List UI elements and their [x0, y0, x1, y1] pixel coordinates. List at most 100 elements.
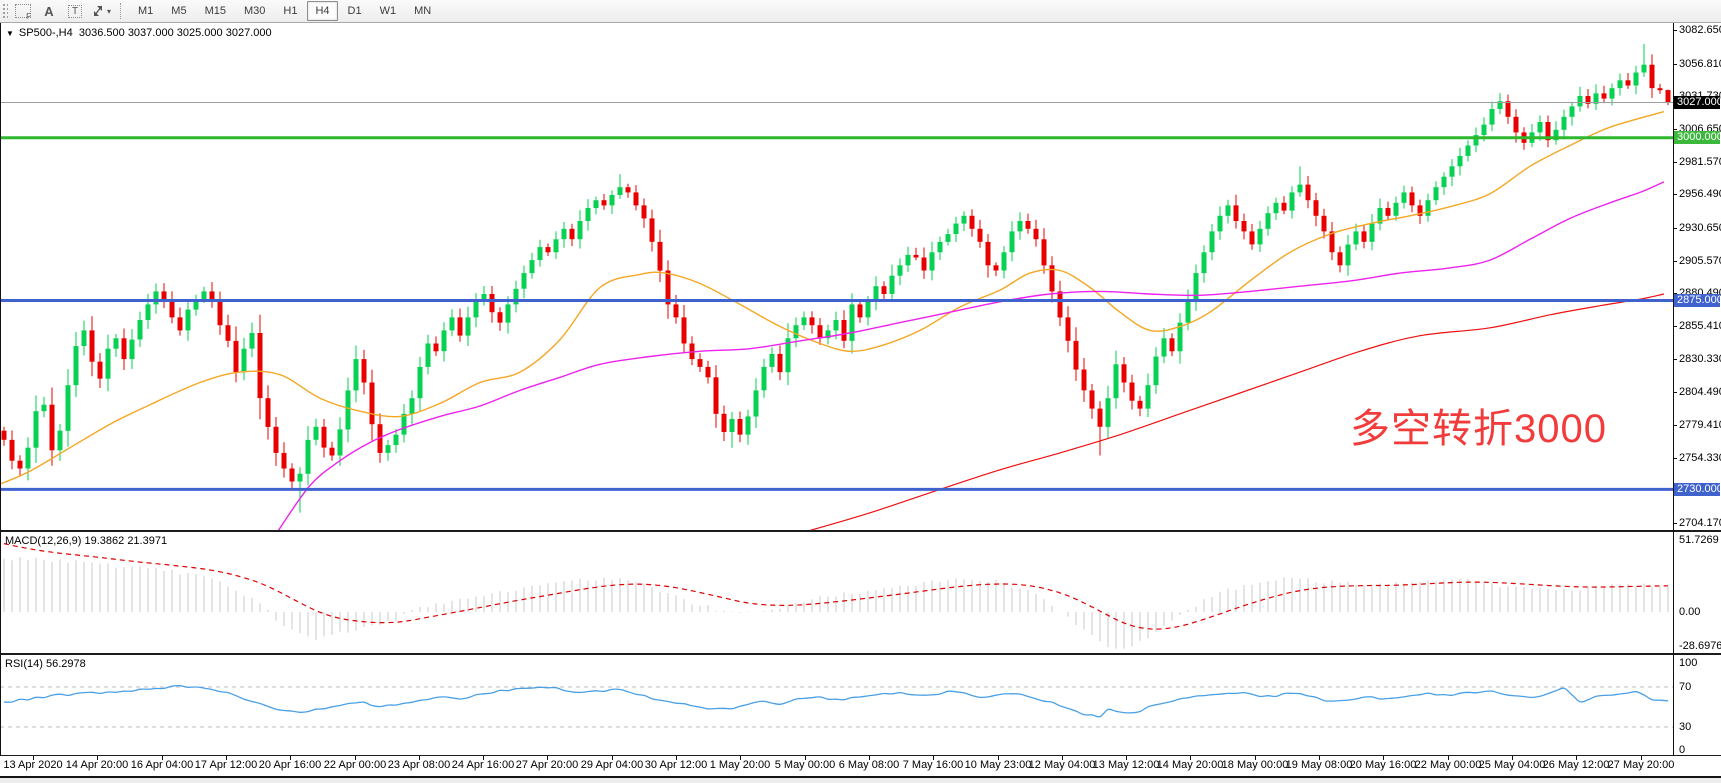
macd-value-signal: 21.3971 — [127, 535, 167, 547]
price-axis-tick — [1673, 359, 1677, 360]
hline-price-label: 3000.000 — [1674, 131, 1720, 144]
hline-price-label: 2875.000 — [1674, 294, 1720, 307]
rsi-value: 56.2978 — [46, 658, 86, 670]
macd-histogram — [4, 557, 1668, 649]
timeframe-button-m15[interactable]: M15 — [197, 1, 234, 21]
arrows-glyph — [91, 5, 105, 17]
price-tick-label: 2804.490 — [1679, 386, 1721, 398]
chart-ohlc-close: 3027.000 — [226, 27, 272, 39]
chart-left-border — [0, 23, 1, 756]
time-tick-label: 17 Apr 12:00 — [195, 759, 257, 771]
toolbar-drag-handle[interactable] — [2, 3, 8, 19]
hline-price-label: 2730.000 — [1674, 483, 1720, 496]
font-a-icon[interactable]: A — [38, 2, 60, 20]
chart-title: ▼ SP500-,H4 3036.500 3037.000 3025.000 30… — [6, 27, 272, 39]
price-tick-label: 2704.170 — [1679, 517, 1721, 529]
time-tick-label: 25 May 04:00 — [1479, 759, 1546, 771]
price-axis-tick — [1673, 129, 1677, 130]
time-tick-label: 10 May 23:00 — [965, 759, 1032, 771]
macd-label: MACD(12,26,9) 19.3862 21.3971 — [5, 535, 167, 547]
chart-symbol-period: SP500-,H4 — [19, 27, 73, 39]
time-tick-label: 22 Apr 00:00 — [324, 759, 386, 771]
macd-axis-label: -28.6976 — [1679, 640, 1721, 652]
price-axis-tick — [1673, 162, 1677, 163]
time-tick-label: 24 Apr 16:00 — [452, 759, 514, 771]
price-axis-tick — [1673, 326, 1677, 327]
time-tick-label: 5 May 00:00 — [775, 759, 836, 771]
time-tick-label: 30 Apr 12:00 — [645, 759, 707, 771]
chart-ohlc-high: 3037.000 — [128, 27, 174, 39]
chart-ohlc-low: 3025.000 — [177, 27, 223, 39]
price-axis-tick — [1673, 194, 1677, 195]
rsi-axis-label: 0 — [1679, 744, 1685, 756]
price-axis-tick — [1673, 64, 1677, 65]
timeframe-button-m1[interactable]: M1 — [130, 1, 161, 21]
toolbar: F A T ▾ M1M5M15M30H1H4D1W1MN — [0, 0, 1721, 23]
time-tick-label: 18 May 00:00 — [1222, 759, 1289, 771]
price-tick-label: 3056.810 — [1679, 58, 1721, 70]
time-tick-label: 29 Apr 04:00 — [581, 759, 643, 771]
time-tick-label: 12 May 04:00 — [1029, 759, 1096, 771]
macd-axis-label: 0.00 — [1679, 606, 1700, 618]
mt4-chart-window: F A T ▾ M1M5M15M30H1H4D1W1MN ▼ SP500-,H4 … — [0, 0, 1721, 783]
time-tick-label: 1 May 20:00 — [710, 759, 771, 771]
price-tick-label: 2754.330 — [1679, 452, 1721, 464]
window-bottom-strip — [0, 778, 1721, 783]
macd-axis-label: 51.7269 — [1679, 534, 1719, 546]
macd-plot[interactable] — [0, 532, 1673, 653]
dotted-grid-f-icon[interactable]: F — [12, 2, 34, 20]
timeframe-button-d1[interactable]: D1 — [340, 1, 370, 21]
price-axis-tick — [1673, 425, 1677, 426]
macd-value-main: 19.3862 — [84, 535, 124, 547]
price-tick-label: 3082.650 — [1679, 24, 1721, 36]
price-tick-label: 2930.650 — [1679, 222, 1721, 234]
rsi-plot[interactable] — [0, 655, 1673, 755]
timeframe-button-h1[interactable]: H1 — [275, 1, 305, 21]
timeframe-button-h4[interactable]: H4 — [307, 1, 337, 21]
text-label-icon[interactable]: T — [64, 2, 86, 20]
dropdown-caret-icon[interactable]: ▾ — [107, 7, 111, 16]
time-tick-label: 14 Apr 20:00 — [66, 759, 128, 771]
annotation-text: 多空转折3000 — [1350, 396, 1607, 454]
macd-signal-line — [4, 544, 1668, 630]
time-tick-label: 27 May 20:00 — [1608, 759, 1675, 771]
timeframe-button-m5[interactable]: M5 — [163, 1, 194, 21]
rsi-line — [4, 686, 1668, 717]
rsi-axis-label: 30 — [1679, 721, 1691, 733]
rsi-label: RSI(14) 56.2978 — [5, 658, 86, 670]
price-axis-tick — [1673, 458, 1677, 459]
price-tick-label: 2981.570 — [1679, 156, 1721, 168]
time-tick-label: 27 Apr 20:00 — [516, 759, 578, 771]
time-tick-label: 6 May 08:00 — [839, 759, 900, 771]
price-axis-tick — [1673, 523, 1677, 524]
timeframe-button-m30[interactable]: M30 — [236, 1, 273, 21]
time-tick-label: 16 Apr 04:00 — [131, 759, 193, 771]
time-axis[interactable]: 13 Apr 2020 14 Apr 20:0016 Apr 04:0017 Ap… — [0, 756, 1721, 776]
chart-ohlc-open: 3036.500 — [79, 27, 125, 39]
time-tick-label: 22 May 00:00 — [1415, 759, 1482, 771]
timeframe-button-mn[interactable]: MN — [406, 1, 439, 21]
price-tick-label: 2855.410 — [1679, 320, 1721, 332]
rsi-axis-label: 70 — [1679, 681, 1691, 693]
cursor-arrows-icon[interactable]: ▾ — [90, 2, 112, 20]
chart-dropdown-icon[interactable]: ▼ — [6, 29, 14, 38]
timeframe-buttons: M1M5M15M30H1H4D1W1MN — [130, 1, 439, 21]
timeframe-button-w1[interactable]: W1 — [372, 1, 405, 21]
price-axis-tick — [1673, 261, 1677, 262]
price-axis-tick — [1673, 392, 1677, 393]
time-tick-label: 14 May 20:00 — [1157, 759, 1224, 771]
time-tick-label: 13 May 12:00 — [1093, 759, 1160, 771]
price-tick-label: 2830.330 — [1679, 353, 1721, 365]
ma-mid-line — [278, 182, 1664, 530]
time-tick-label: 13 Apr 2020 — [3, 759, 62, 771]
time-tick-label: 7 May 16:00 — [903, 759, 964, 771]
time-tick-label: 23 Apr 08:00 — [388, 759, 450, 771]
price-tick-label: 2905.570 — [1679, 255, 1721, 267]
price-axis-tick — [1673, 30, 1677, 31]
time-tick-label: 19 May 08:00 — [1286, 759, 1353, 771]
price-axis-tick — [1673, 228, 1677, 229]
time-tick-label: 20 Apr 16:00 — [259, 759, 321, 771]
time-tick-label: 20 May 16:00 — [1350, 759, 1417, 771]
rsi-axis-label: 100 — [1679, 657, 1697, 669]
time-tick-label: 26 May 12:00 — [1543, 759, 1610, 771]
